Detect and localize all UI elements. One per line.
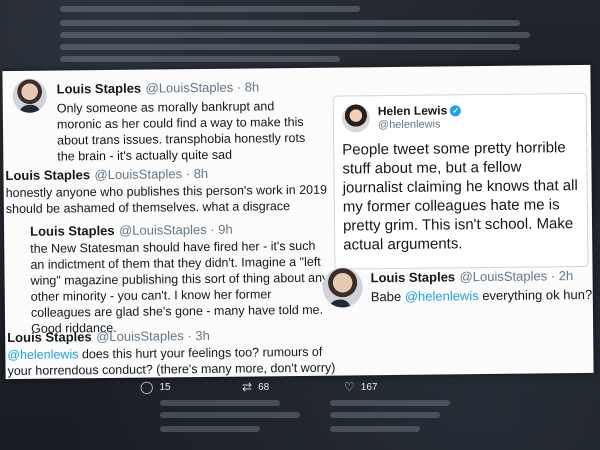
- author-handle-time: @LouisStaples · 3h: [96, 327, 210, 345]
- louis-avatar[interactable]: [12, 78, 47, 113]
- author-handle-time: @LouisStaples · 8h: [145, 79, 260, 96]
- retweet-count: 68: [258, 381, 270, 393]
- tweet3-text: the New Statesman should have fired her …: [30, 238, 329, 336]
- tweet4-text: @helenlewis does this hurt your feelings…: [7, 344, 337, 379]
- tweet1-text: Only someone as morally bankrupt and mor…: [56, 99, 306, 164]
- louis-avatar[interactable]: [322, 267, 363, 308]
- tweet5-header: Louis Staples @LouisStaples · 2h: [370, 267, 574, 287]
- mention-link[interactable]: @helenlewis: [405, 288, 479, 304]
- reply-icon: ◯: [140, 380, 154, 394]
- tweet5-prefix: Babe: [370, 288, 405, 305]
- author-handle-time: @LouisStaples · 2h: [459, 268, 574, 285]
- like-count: 167: [360, 381, 378, 393]
- author-name[interactable]: Louis Staples: [5, 167, 90, 183]
- author-name[interactable]: Louis Staples: [57, 81, 142, 97]
- tweet2-header: Louis Staples @LouisStaples · 8h: [5, 165, 208, 185]
- helen-avatar[interactable]: [341, 104, 371, 133]
- tweet3-header: Louis Staples @LouisStaples · 9h: [30, 221, 233, 241]
- tweet5-suffix: everything ok hun?: [478, 286, 593, 304]
- background-tweet-blurred-bottom: [160, 392, 460, 450]
- verified-icon: ✓: [450, 105, 462, 117]
- quoted-author-name: Helen Lewis ✓: [378, 103, 462, 118]
- tweet1-header: Louis Staples @LouisStaples · 8h: [57, 78, 260, 98]
- author-handle-time: @LouisStaples · 9h: [118, 221, 233, 238]
- author-name[interactable]: Louis Staples: [7, 329, 92, 345]
- tweet4-header: Louis Staples @LouisStaples · 3h: [7, 327, 210, 347]
- author-name[interactable]: Louis Staples: [30, 223, 115, 239]
- mention-link[interactable]: @helenlewis: [7, 347, 78, 362]
- author-name[interactable]: Louis Staples: [371, 269, 456, 285]
- screenshot-card: Louis Staples @LouisStaples · 8h Only so…: [2, 64, 594, 380]
- quoted-name-text: Helen Lewis: [377, 103, 448, 119]
- background-tweet-blurred: [40, 0, 560, 70]
- tweet2-text: honestly anyone who publishes this perso…: [5, 182, 328, 217]
- quoted-tweet[interactable]: Helen Lewis ✓ @helenlewis People tweet so…: [332, 92, 589, 270]
- tweet5-text: Babe @helenlewis everything ok hun?: [371, 287, 593, 304]
- quoted-text: People tweet some pretty horrible stuff …: [342, 139, 578, 254]
- author-handle-time: @LouisStaples · 8h: [94, 165, 209, 183]
- quoted-handle: @helenlewis: [377, 118, 441, 132]
- reply-count: 15: [159, 381, 171, 393]
